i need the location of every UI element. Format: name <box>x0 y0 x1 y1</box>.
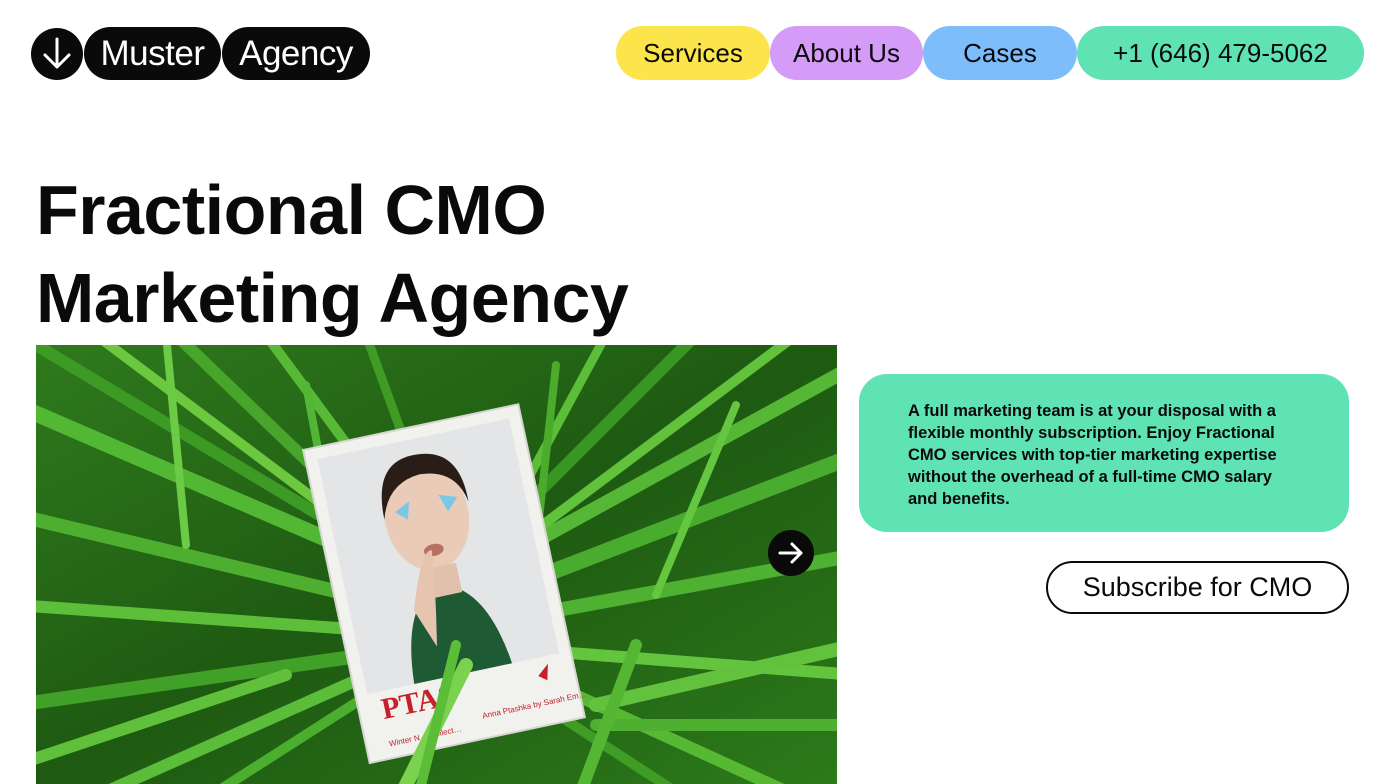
subscribe-button[interactable]: Subscribe for CMO <box>1046 561 1349 614</box>
arrow-down-icon <box>31 27 83 80</box>
page-title-line1: Fractional CMO <box>36 171 547 249</box>
page-title-line2: Marketing Agency <box>36 259 629 337</box>
logo-word-muster: Muster <box>84 27 221 80</box>
arrow-right-icon <box>778 542 803 564</box>
page: Muster Agency Services About Us Cases +1… <box>0 0 1378 784</box>
nav-services-link[interactable]: Services <box>616 26 770 80</box>
page-title: Fractional CMO Marketing Agency <box>36 166 629 342</box>
next-slide-button[interactable] <box>768 530 814 576</box>
info-card: A full marketing team is at your disposa… <box>859 374 1349 532</box>
logo[interactable]: Muster Agency <box>31 27 370 80</box>
nav-about-link[interactable]: About Us <box>770 26 923 80</box>
info-text: A full marketing team is at your disposa… <box>908 402 1277 508</box>
logo-word-agency: Agency <box>222 27 370 80</box>
nav-cases-link[interactable]: Cases <box>923 26 1077 80</box>
main-nav: Services About Us Cases +1 (646) 479-506… <box>616 26 1364 80</box>
phone-link[interactable]: +1 (646) 479-5062 <box>1077 26 1364 80</box>
hero-image: PTAS Winter N… Collect… Anna Ptashka by … <box>36 345 837 784</box>
